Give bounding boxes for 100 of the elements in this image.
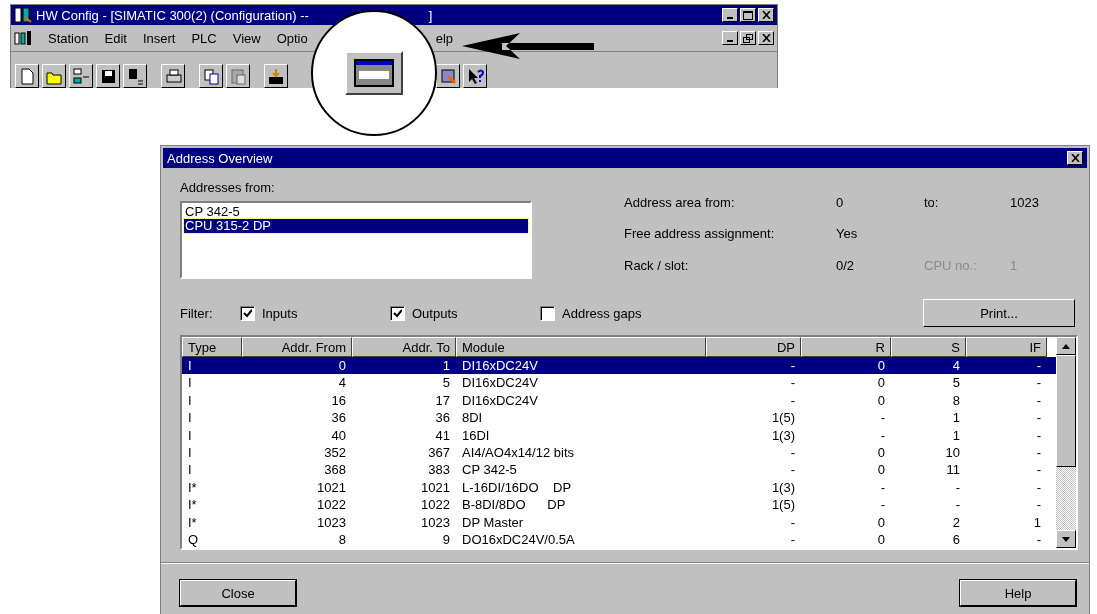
table-row[interactable]: I* 1023 1023 DP Master - 0 2 1 [182, 513, 1056, 531]
table-cell-text: I [187, 426, 193, 444]
table-cell-text: - [789, 461, 796, 479]
minimize-icon [727, 40, 733, 42]
info-value: 0/2 [836, 257, 856, 275]
table-cell-text: 10 [944, 443, 961, 462]
menu-item[interactable]: Insert [142, 30, 176, 46]
checkbox-label[interactable]: Outputs [412, 305, 458, 321]
close-icon[interactable] [758, 31, 774, 45]
menu-item[interactable]: Edit [104, 30, 127, 46]
column-header[interactable]: DP [706, 337, 801, 357]
table-cell-text: 1023 [420, 513, 451, 531]
scroll-up-icon[interactable] [1056, 337, 1076, 355]
table-cell-text: I [187, 357, 193, 375]
open-icon[interactable] [42, 64, 66, 88]
scrollbar[interactable] [1056, 337, 1076, 549]
column-header[interactable]: Addr. To [352, 337, 456, 357]
download-icon[interactable] [264, 64, 288, 88]
table-cell-text: 6 [951, 530, 961, 549]
info-label: Free address assignment: [624, 226, 776, 244]
table-cell-text: - [954, 496, 961, 514]
filter-label: Filter: [180, 305, 214, 321]
table-cell-text: 0 [876, 391, 886, 410]
column-header[interactable]: Type [182, 337, 242, 357]
table-row[interactable]: I* 1022 1022 B-8DI/8DO DP 1(5) - - - [182, 496, 1056, 514]
maximize-button[interactable] [740, 8, 756, 22]
table-cell-text: 0 [876, 374, 886, 392]
save-icon[interactable] [96, 64, 120, 88]
print-button[interactable]: Print... [923, 299, 1075, 327]
table-cell-text: 11 [945, 461, 961, 479]
table-cell-text: 1(3) [770, 426, 796, 444]
dialog-button[interactable]: Close [180, 580, 296, 607]
table-cell-text: 1 [951, 426, 961, 444]
table-cell-text: - [879, 478, 886, 497]
table-cell-text: 8 [337, 530, 347, 549]
address-list[interactable]: CP 342-5 CPU 315-2 DP [180, 201, 532, 279]
column-header[interactable]: Addr. From [242, 337, 352, 357]
table-cell-text: 8 [951, 391, 961, 410]
restore-button[interactable] [740, 31, 756, 45]
table-cell-text: I [187, 409, 193, 427]
table-row[interactable]: I 352 367 AI4/AO4x14/12 bits - 0 10 - [182, 443, 1056, 462]
table-cell-text: 1 [951, 409, 961, 427]
scroll-thumb[interactable] [1056, 355, 1076, 467]
checkbox-label[interactable]: Inputs [262, 305, 298, 321]
table-row[interactable]: I 368 383 CP 342-5 - 0 11 - [182, 461, 1056, 479]
column-header[interactable]: S [891, 337, 966, 357]
table-cell-text: 40 [330, 426, 347, 444]
network-icon[interactable] [69, 64, 93, 88]
table-row[interactable]: I 36 36 8DI 1(5) - 1 - [182, 409, 1056, 427]
table-row[interactable]: I 4 5 DI16xDC24V - 0 5 - [182, 374, 1056, 392]
table-cell-text: 16DI [461, 426, 491, 444]
column-header[interactable]: Module [456, 337, 706, 357]
menu-item[interactable]: Optio [276, 30, 308, 46]
new-icon[interactable] [15, 64, 39, 88]
table-cell-text: 5 [441, 374, 451, 392]
info-label: Rack / slot: [624, 257, 690, 275]
checkbox-label[interactable]: Address gaps [562, 305, 642, 321]
table-cell-text: - [1035, 409, 1042, 427]
close-icon[interactable] [1067, 151, 1083, 165]
checkbox[interactable] [390, 305, 405, 321]
table-row[interactable]: I 0 1 DI16xDC24V - 0 4 - [182, 357, 1056, 375]
address-overview-button[interactable] [345, 51, 403, 95]
menu-item[interactable]: Station [48, 30, 89, 46]
table-cell-text: 383 [427, 461, 451, 479]
column-header[interactable]: R [801, 337, 891, 357]
minimize-button[interactable] [722, 31, 738, 45]
copy-icon[interactable] [199, 64, 223, 88]
table-cell-text: 5 [951, 374, 961, 392]
table-row[interactable]: Q 8 9 DO16xDC24V/0.5A - 0 6 - [182, 530, 1056, 549]
dialog-button[interactable]: Help [960, 580, 1076, 607]
menu-item[interactable]: View [232, 30, 261, 46]
menu-item[interactable]: PLC [191, 30, 217, 46]
column-header[interactable]: IF [966, 337, 1047, 357]
list-item[interactable]: CP 342-5 [184, 205, 528, 219]
document-icon [14, 30, 32, 46]
checkbox[interactable] [540, 305, 555, 321]
tools-icon[interactable] [436, 64, 460, 88]
table-cell-text: - [1035, 443, 1042, 462]
table-cell-text: 36 [330, 409, 347, 427]
table-cell-text: 0 [876, 443, 886, 462]
table-cell-text: 0 [876, 513, 886, 531]
table-cell-text: - [879, 496, 886, 514]
table-cell-text: - [789, 357, 796, 375]
table-cell-text: DO16xDC24V/0.5A [461, 530, 576, 549]
table-cell-text: - [879, 409, 886, 427]
table-row[interactable]: I* 1021 1021 L-16DI/16DO DP 1(3) - - - [182, 478, 1056, 497]
info-label: to: [924, 195, 940, 212]
paste-icon[interactable] [226, 64, 250, 88]
minimize-button[interactable] [722, 8, 738, 22]
table-cell-text: Q [187, 530, 200, 549]
table-row[interactable]: I 40 41 16DI 1(3) - 1 - [182, 426, 1056, 444]
print-icon[interactable] [161, 64, 185, 88]
close-icon[interactable] [758, 8, 774, 22]
table-row[interactable]: I 16 17 DI16xDC24V - 0 8 - [182, 391, 1056, 410]
menu-item[interactable]: elp [435, 30, 454, 46]
compile-icon[interactable] [123, 64, 147, 88]
checkbox[interactable] [240, 305, 255, 321]
scroll-down-icon[interactable] [1056, 530, 1076, 549]
list-item[interactable]: CPU 315-2 DP [184, 219, 528, 233]
help-icon[interactable] [463, 64, 487, 88]
